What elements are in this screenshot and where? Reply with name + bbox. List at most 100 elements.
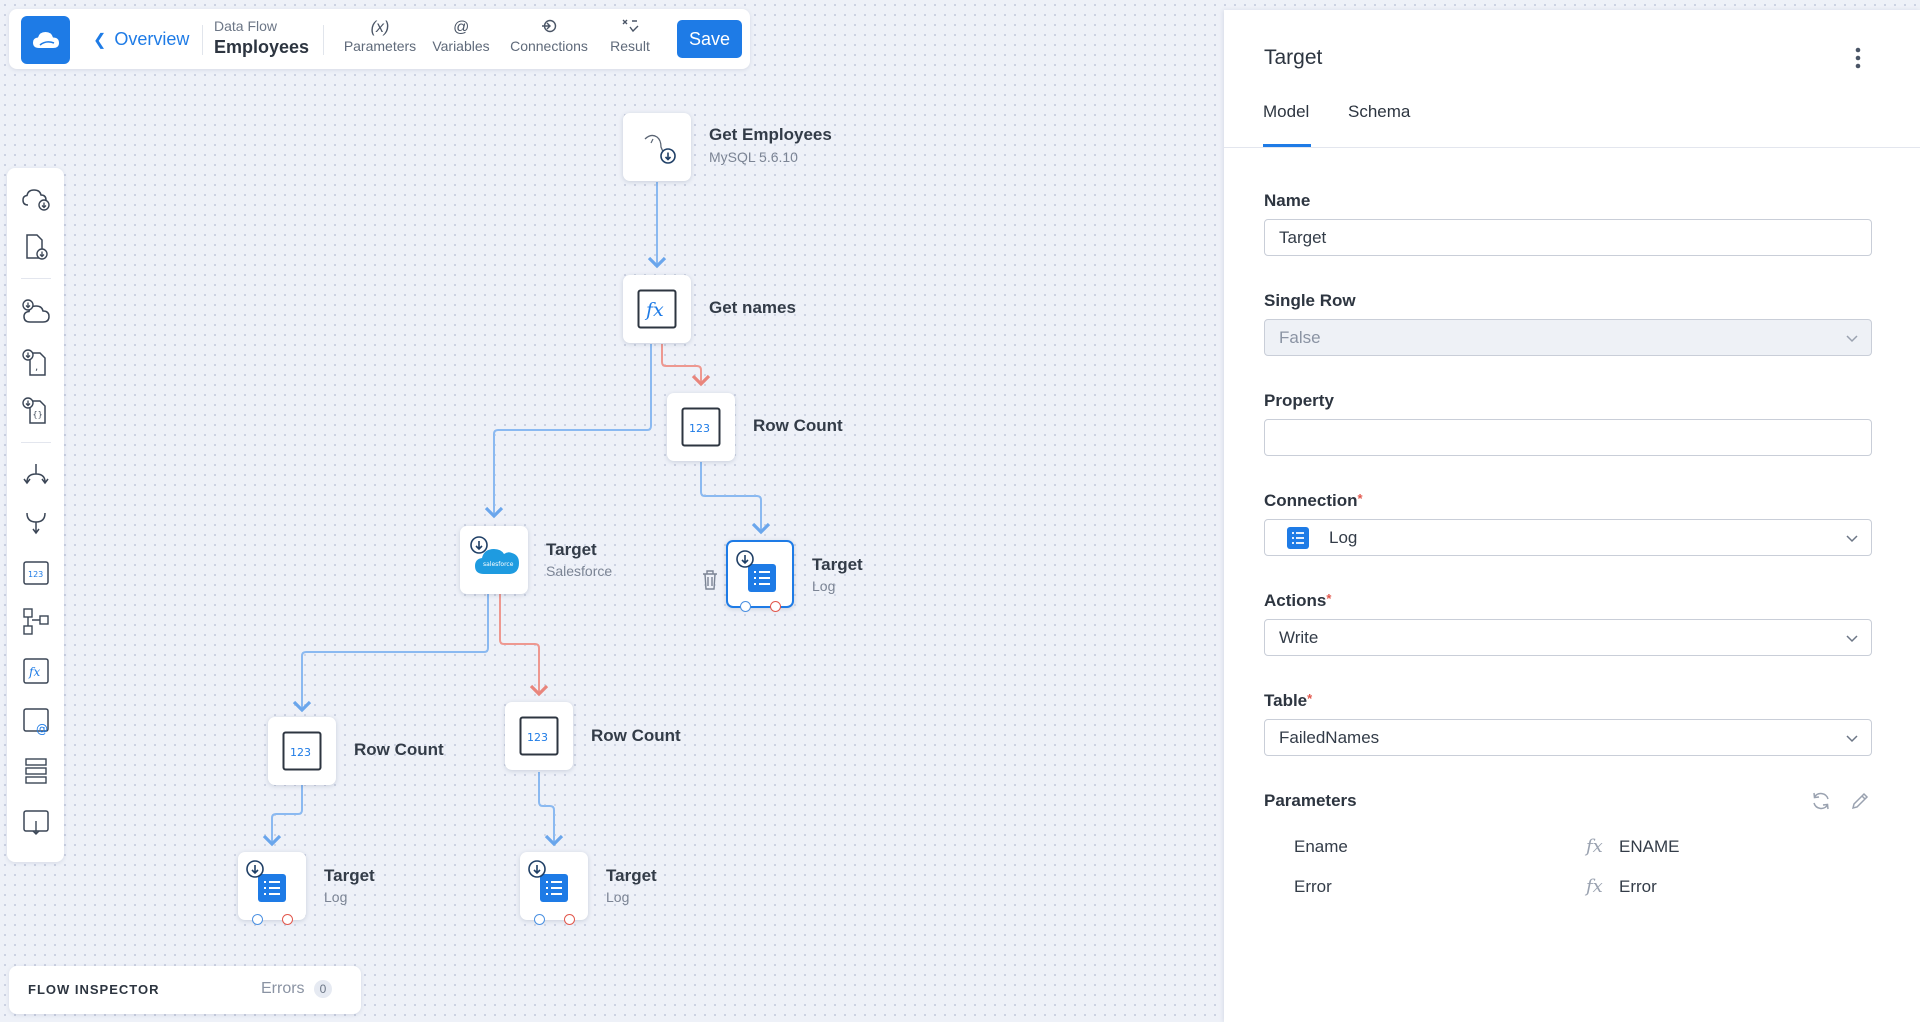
- connection-label: Connection*: [1264, 491, 1363, 510]
- chevron-left-icon: ❮: [93, 31, 107, 49]
- more-options-icon[interactable]: [1854, 46, 1862, 70]
- node-target-log-selected[interactable]: [726, 540, 794, 612]
- expression-icon[interactable]: fx: [21, 656, 51, 686]
- table-label-text: Table: [1264, 691, 1308, 710]
- json-target-icon[interactable]: {}: [21, 396, 51, 426]
- success-port[interactable]: [534, 914, 545, 925]
- mysql-icon: [644, 134, 676, 164]
- node-row-count-3[interactable]: 123: [505, 702, 573, 770]
- edit-pencil-icon[interactable]: [1850, 791, 1870, 811]
- svg-text:123: 123: [28, 570, 43, 579]
- back-to-overview-link[interactable]: ❮ Overview: [93, 29, 189, 50]
- error-port[interactable]: [770, 601, 781, 612]
- refresh-icon[interactable]: [1810, 790, 1832, 812]
- param-value[interactable]: ENAME: [1619, 837, 1679, 857]
- name-input[interactable]: Target: [1264, 219, 1872, 256]
- parameters-button[interactable]: (x) Parameters: [342, 18, 418, 54]
- errors-count-badge: 0: [314, 980, 332, 998]
- tab-model[interactable]: Model: [1263, 102, 1309, 122]
- merge-icon[interactable]: [21, 508, 51, 538]
- tab-schema[interactable]: Schema: [1348, 102, 1410, 122]
- actions-select[interactable]: Write: [1264, 619, 1872, 656]
- cloud-target-icon[interactable]: [21, 298, 51, 328]
- flow-inspector-bar[interactable]: FLOW INSPECTOR Errors 0: [9, 966, 361, 1014]
- log-target-icon: [528, 860, 568, 902]
- node-row-count-2[interactable]: 123: [268, 717, 336, 785]
- variables-icon: @: [452, 19, 470, 36]
- node-row-count-1[interactable]: 123: [667, 393, 735, 461]
- top-toolbar: ❮ Overview Data Flow Employees (x) Param…: [9, 9, 750, 69]
- breadcrumb-type: Data Flow: [214, 18, 278, 34]
- result-button[interactable]: Result: [605, 18, 655, 54]
- cloud-logo-icon[interactable]: [21, 16, 70, 64]
- svg-text:@: @: [36, 722, 48, 736]
- connections-button[interactable]: Connections: [506, 18, 592, 54]
- name-label: Name: [1264, 191, 1311, 210]
- link-rowcount-log: [700, 462, 771, 535]
- connection-select[interactable]: Log: [1264, 519, 1872, 556]
- param-value[interactable]: Error: [1619, 877, 1657, 897]
- variables-button[interactable]: @ Variables: [429, 18, 493, 54]
- cache-target-icon[interactable]: [21, 808, 51, 838]
- single-row-label: Single Row: [1264, 291, 1356, 310]
- node-target-log-2-title: Target: [324, 866, 375, 885]
- node-target-log-2[interactable]: [238, 852, 306, 925]
- node-target-log-3[interactable]: [520, 852, 588, 925]
- overview-label: Overview: [114, 29, 190, 49]
- row-count-icon: 123: [681, 407, 721, 447]
- connections-icon: [506, 18, 592, 38]
- function-icon: fx: [1586, 876, 1603, 897]
- node-get-names[interactable]: fx: [623, 275, 691, 343]
- name-value: Target: [1279, 227, 1327, 247]
- row-count-icon: 123: [282, 731, 322, 771]
- actions-value: Write: [1279, 627, 1319, 647]
- file-source-icon[interactable]: [21, 232, 51, 262]
- properties-panel: Target Model Schema Name Target Single R…: [1224, 10, 1920, 1022]
- save-button[interactable]: Save: [677, 20, 742, 58]
- parameters-label: Parameters: [1264, 791, 1357, 810]
- node-target-log-selected-title: Target: [812, 555, 863, 574]
- split-icon[interactable]: [21, 460, 51, 490]
- link-salesforce-rowcount3: [499, 594, 549, 697]
- connection-value: Log: [1329, 527, 1358, 547]
- error-port[interactable]: [282, 914, 293, 925]
- cloud-source-icon[interactable]: [21, 184, 51, 214]
- property-input[interactable]: [1264, 419, 1872, 456]
- function-icon: fx: [1586, 836, 1603, 857]
- chevron-down-icon: [1846, 635, 1858, 643]
- row-count-icon[interactable]: 123: [21, 558, 51, 588]
- buffer-icon[interactable]: [21, 756, 51, 786]
- csv-target-icon[interactable]: ,: [21, 348, 51, 378]
- success-port[interactable]: [740, 601, 751, 612]
- log-icon: [1287, 526, 1309, 549]
- node-target-salesforce[interactable]: salesforce: [460, 526, 528, 594]
- parameters-icon: (x): [370, 19, 390, 36]
- trash-icon[interactable]: [700, 569, 720, 591]
- tab-divider: [1224, 147, 1920, 148]
- node-get-employees-title: Get Employees: [709, 125, 832, 144]
- svg-text:fx: fx: [28, 665, 40, 679]
- svg-text:123: 123: [527, 731, 548, 744]
- error-port[interactable]: [564, 914, 575, 925]
- actions-label: Actions*: [1264, 591, 1332, 610]
- lookup-icon[interactable]: [21, 606, 51, 636]
- table-label: Table*: [1264, 691, 1313, 710]
- success-port[interactable]: [252, 914, 263, 925]
- component-palette: , {} 123 fx @: [7, 168, 64, 862]
- node-target-log-3-subtitle: Log: [606, 889, 630, 905]
- node-get-employees[interactable]: [623, 113, 691, 181]
- node-target-log-3-title: Target: [606, 866, 657, 885]
- connection-label-text: Connection: [1264, 491, 1358, 510]
- table-select[interactable]: FailedNames: [1264, 719, 1872, 756]
- property-label: Property: [1264, 391, 1334, 410]
- result-label: Result: [610, 38, 650, 54]
- node-target-salesforce-subtitle: Salesforce: [546, 563, 613, 579]
- svg-text:123: 123: [290, 746, 311, 759]
- flow-inspector-title: FLOW INSPECTOR: [28, 982, 160, 997]
- link-names-rowcount: [661, 344, 711, 387]
- link-rowcount3-log3: [538, 772, 564, 847]
- single-row-select: False: [1264, 319, 1872, 356]
- page-title: Employees: [214, 37, 310, 57]
- assign-variable-icon[interactable]: @: [21, 706, 51, 736]
- log-target-icon: [246, 860, 286, 902]
